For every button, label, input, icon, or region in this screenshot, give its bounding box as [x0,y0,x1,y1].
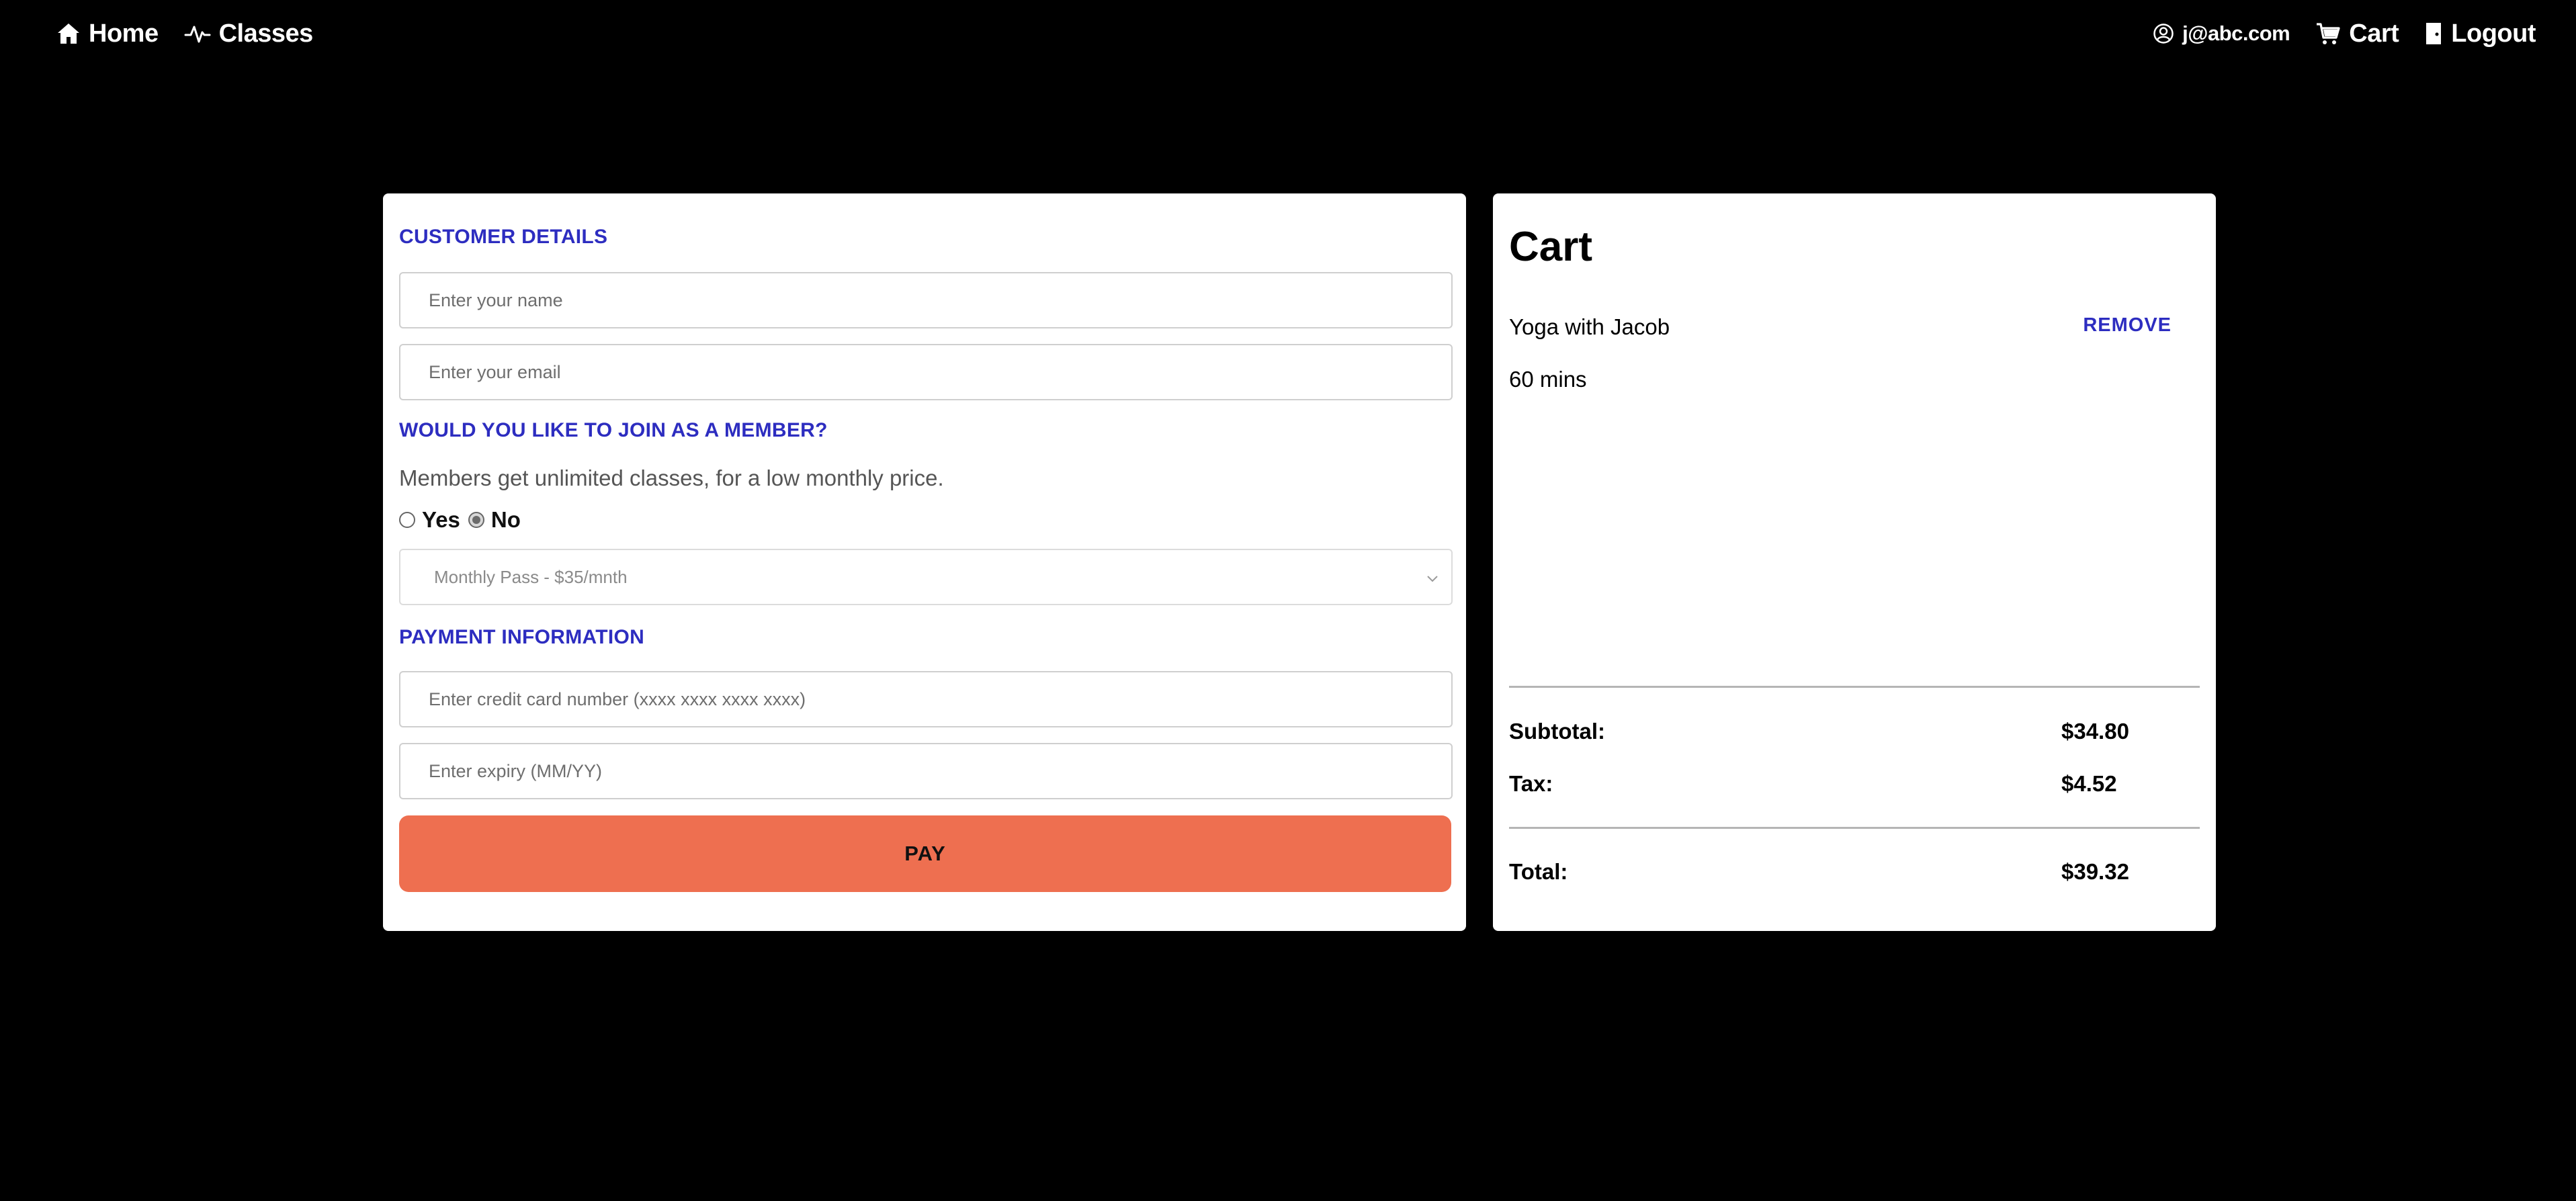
customer-details-heading: CUSTOMER DETAILS [399,226,608,248]
checkout-form-card: CUSTOMER DETAILS WOULD YOU LIKE TO JOIN … [383,193,1466,931]
subtotal-value: $34.80 [2061,719,2129,744]
card-number-input[interactable] [399,671,1453,727]
activity-icon [184,23,211,44]
nav-classes-link[interactable]: Classes [184,19,313,48]
cart-divider-bottom [1509,827,2200,829]
nav-cart-label: Cart [2349,19,2399,48]
nav-logout-label: Logout [2451,19,2536,48]
chevron-down-icon [1426,567,1439,588]
remove-item-button[interactable]: REMOVE [2083,314,2172,337]
expiry-input[interactable] [399,743,1453,799]
membership-radio-group: Yes No [399,507,529,533]
cart-item-duration: 60 mins [1509,367,1587,392]
total-value: $39.32 [2061,859,2129,884]
cart-icon [2315,21,2341,46]
membership-no-label: No [490,507,521,532]
nav-logout-link[interactable]: Logout [2424,19,2536,48]
cart-divider-top [1509,686,2200,688]
membership-description: Members get unlimited classes, for a low… [399,465,944,490]
membership-plan-value: Monthly Pass - $35/mnth [434,566,628,587]
cart-card: Cart Yoga with Jacob REMOVE 60 mins Subt… [1493,193,2216,931]
nav-home-link[interactable]: Home [56,19,159,48]
pay-button[interactable]: PAY [399,815,1451,892]
name-input[interactable] [399,272,1453,328]
email-input[interactable] [399,344,1453,400]
tax-value: $4.52 [2061,771,2117,796]
nav-classes-label: Classes [218,19,314,48]
membership-heading: WOULD YOU LIKE TO JOIN AS A MEMBER? [399,419,828,441]
nav-user-link[interactable]: j@abc.com [2153,21,2290,46]
home-icon [56,22,81,45]
subtotal-label: Subtotal: [1509,719,1605,744]
tax-label: Tax: [1509,771,1553,796]
cart-title: Cart [1509,224,1593,270]
cart-item-name: Yoga with Jacob [1509,314,1670,339]
membership-no-radio[interactable] [468,512,484,528]
total-label: Total: [1509,859,1568,884]
membership-plan-select[interactable]: Monthly Pass - $35/mnth [399,549,1453,605]
nav-left: Home Classes [56,19,313,48]
user-icon [2153,23,2174,44]
nav-cart-link[interactable]: Cart [2315,19,2399,48]
membership-yes-radio[interactable] [399,512,415,528]
payment-heading: PAYMENT INFORMATION [399,626,645,648]
nav-home-label: Home [89,19,159,48]
top-nav: Home Classes j@abc.com Cart Logout [0,0,2576,67]
nav-user-label: j@abc.com [2182,21,2290,45]
membership-yes-label: Yes [422,507,460,532]
door-icon [2424,21,2443,46]
nav-right: j@abc.com Cart Logout [2153,19,2536,48]
